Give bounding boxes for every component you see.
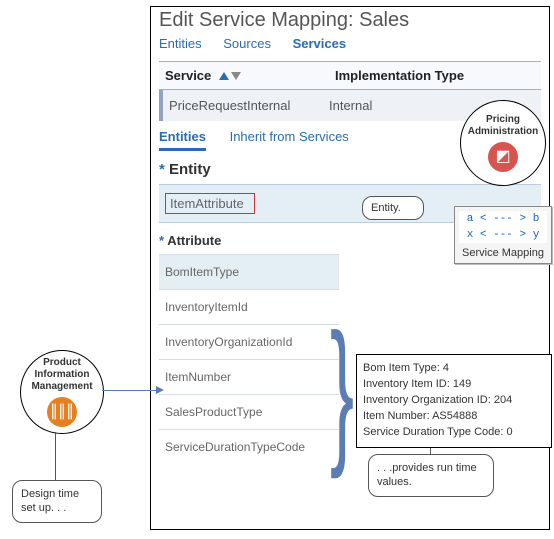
arrow-pim-line [102,390,156,391]
pricing-icon: ◩ [488,142,518,172]
runtime-line: Bom Item Type: 4 [363,361,545,377]
arrow-pim-head-icon [156,386,164,394]
runtime-line: Inventory Item ID: 149 [363,377,545,393]
runtime-line: Service Duration Type Code: 0 [363,425,545,441]
attribute-item[interactable]: SalesProductType [159,394,339,429]
pricing-admin-bubble: Pricing Administration ◩ [460,100,546,186]
attribute-item[interactable]: ItemNumber [159,359,339,394]
pim-label: Product Information Management [21,357,103,393]
tab-services[interactable]: Services [293,36,347,51]
tab-entities[interactable]: Entities [159,36,202,51]
sort-asc-icon[interactable] [219,72,229,80]
connector-pim-design [55,432,56,480]
page-title: Edit Service Mapping: Sales [151,7,549,36]
pim-bubble: Product Information Management ∥∥∥ [20,350,104,434]
runtime-line: Item Number: AS54888 [363,409,545,425]
attribute-item[interactable]: ServiceDurationTypeCode [159,429,339,464]
pricing-admin-label: Pricing Administration [461,114,545,138]
tab-inherit[interactable]: Inherit from Services [230,129,349,148]
top-tabs: Entities Sources Services [151,36,549,51]
entity-callout: Entity. [362,196,424,220]
service-mapping-line1: a < --- > b [459,211,547,227]
col-header-service[interactable]: Service [165,68,325,83]
tab-entities-inner[interactable]: Entities [159,129,206,151]
entity-value[interactable]: ItemAttribute [165,193,255,214]
barcode-icon: ∥∥∥ [47,397,77,427]
runtime-values-box: Bom Item Type: 4 Inventory Item ID: 149 … [356,354,552,448]
attribute-list: BomItemType InventoryItemId InventoryOrg… [159,254,339,464]
runtime-line: Inventory Organization ID: 204 [363,393,545,409]
tab-sources[interactable]: Sources [223,36,271,51]
services-grid-header: Service Implementation Type [159,61,541,90]
design-time-callout: Design time set up. . . [12,480,102,523]
cell-service: PriceRequestInternal [169,98,329,113]
runtime-values-callout: . . .provides run time values. [368,454,494,497]
cell-impl: Internal [329,98,372,113]
attribute-item[interactable]: BomItemType [159,254,339,289]
service-mapping-line2: x < --- > y [459,227,547,243]
sort-desc-icon[interactable] [231,72,241,80]
attribute-item[interactable]: InventoryOrganizationId [159,324,339,359]
col-header-service-label: Service [165,68,211,83]
service-mapping-box: a < --- > b x < --- > y Service Mapping [454,206,552,264]
attribute-item[interactable]: InventoryItemId [159,289,339,324]
col-header-impl[interactable]: Implementation Type [335,68,464,83]
edit-service-mapping-panel: Edit Service Mapping: Sales Entities Sou… [150,6,550,530]
sort-icons[interactable] [219,72,241,80]
service-mapping-label: Service Mapping [459,247,547,259]
